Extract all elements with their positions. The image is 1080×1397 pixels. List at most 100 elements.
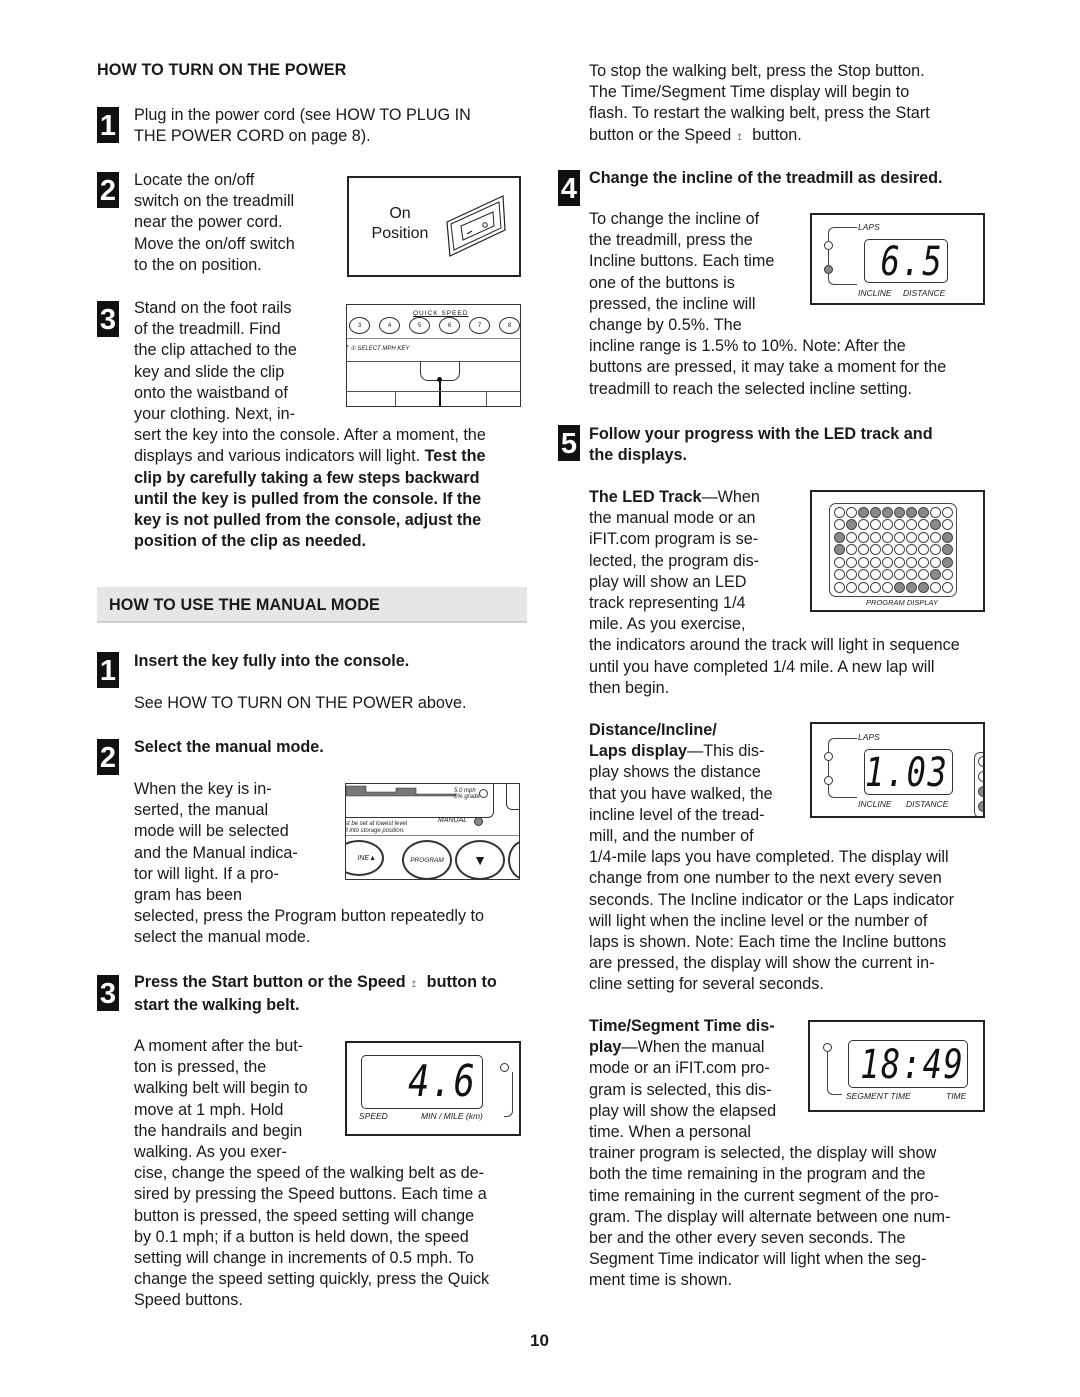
- quick-speed-button[interactable]: 6: [439, 317, 460, 334]
- manual-step-1-body: See HOW TO TURN ON THE POWER above.: [134, 694, 467, 712]
- quick-speed-buttons: 3 4 5 6 7 8: [349, 317, 520, 334]
- text-line: change from one number to the next every…: [589, 869, 942, 888]
- text-line: gram has been: [134, 886, 242, 905]
- led-dot: [857, 556, 869, 568]
- step-number-3: 3: [97, 301, 119, 337]
- speed-display-figure: 4.6 SPEED MIN / MILE (km): [345, 1041, 521, 1136]
- text-line: sired by pressing the Speed buttons. Eac…: [134, 1185, 487, 1204]
- text-line: select the manual mode.: [134, 928, 311, 947]
- time-label: TIME: [946, 1091, 967, 1101]
- led-dot: [977, 770, 983, 782]
- laps-indicator: [824, 752, 833, 761]
- text-line: button is pressed, the speed setting wil…: [134, 1206, 475, 1225]
- text-line: clip by carefully taking a few steps bac…: [134, 468, 480, 487]
- incline-indicator: [824, 265, 833, 274]
- text-line: change by 0.5%. The: [589, 316, 742, 335]
- text-line: until you have completed 1/4 mile. A new…: [589, 657, 935, 676]
- text-line: laps is shown. Note: Each time the Incli…: [589, 933, 947, 952]
- speed-up-icon: ↥: [735, 131, 744, 142]
- quick-speed-button[interactable]: 8: [499, 317, 520, 334]
- text-line: Speed buttons.: [134, 1291, 243, 1310]
- power-step-2-text: Locate the on/off switch on the treadmil…: [134, 170, 295, 276]
- led-row: [833, 556, 953, 569]
- distance-label: DISTANCE: [903, 288, 946, 298]
- switch-label: On Position: [371, 204, 429, 244]
- led-dot: [881, 544, 893, 556]
- time-display-figure: 18:49 SEGMENT TIME TIME: [808, 1020, 985, 1112]
- text-line: sert the key into the console. After a m…: [134, 426, 486, 445]
- text-line: by 0.1 mph; if a button is held down, th…: [134, 1227, 469, 1246]
- led-dot: [941, 519, 953, 531]
- incline-value: 6.5: [880, 239, 943, 285]
- led-dot: [893, 531, 905, 543]
- led-dot: [929, 582, 941, 594]
- manual-console-figure: 5.0 mph 0% grade st be set at lowest lev…: [345, 783, 520, 880]
- led-dot: [869, 519, 881, 531]
- side-panel: [506, 784, 519, 810]
- led-dot: [833, 506, 845, 518]
- led-dot: [845, 556, 857, 568]
- text-line: key is not pulled from the console, adju…: [134, 511, 482, 530]
- term: Laps display: [589, 742, 688, 761]
- partial-button[interactable]: [508, 840, 519, 879]
- indicator-bracket: [828, 738, 857, 798]
- step-number-5: 5: [558, 425, 580, 461]
- text-line: position of the clip as needed.: [134, 532, 367, 551]
- title-line: Follow your progress with the LED track …: [589, 425, 933, 443]
- text-line: cline setting for several seconds.: [589, 975, 824, 994]
- led-dot-lit: [917, 506, 929, 518]
- led-track-edge: [974, 752, 983, 816]
- led-dot: [845, 544, 857, 556]
- text-line: Locate the on/off: [134, 171, 255, 189]
- power-heading: HOW TO TURN ON THE POWER: [97, 61, 347, 79]
- distance-display-figure: LAPS 1.03 INCLINE DISTANCE: [810, 722, 985, 818]
- led-dot: [977, 755, 983, 767]
- speed-label: SPEED: [359, 1111, 388, 1121]
- text-line: The Time/Segment Time display will begin…: [589, 83, 910, 102]
- led-dot: [881, 556, 893, 568]
- warning-text: st be set at lowest level ll into storag…: [346, 821, 407, 835]
- text-line: 1/4-mile laps you have completed. The di…: [589, 848, 949, 867]
- led-dot: [905, 519, 917, 531]
- quick-speed-button[interactable]: 3: [349, 317, 370, 334]
- text-line: treadmill to reach the selected incline …: [589, 379, 913, 398]
- led-dot: [881, 531, 893, 543]
- led-dot: [893, 544, 905, 556]
- led-dot-lit: [941, 544, 953, 556]
- manual-heading-bar: HOW TO USE THE MANUAL MODE: [97, 587, 527, 623]
- quick-speed-button[interactable]: 4: [379, 317, 400, 334]
- quick-speed-button[interactable]: 7: [469, 317, 490, 334]
- text-line: time remaining in the current segment of…: [589, 1186, 939, 1205]
- quick-speed-button[interactable]: 5: [409, 317, 430, 334]
- program-button[interactable]: PROGRAM: [402, 840, 452, 879]
- led-dot: [905, 556, 917, 568]
- grade-label: 5.0 mph 0% grade: [454, 788, 480, 800]
- incline-up-button[interactable]: INE ▲: [346, 840, 384, 876]
- incline-down-button[interactable]: ▼: [455, 840, 505, 879]
- select-mph-key-label: T ① SELECT MPH KEY: [346, 346, 410, 352]
- indicator-light: [479, 789, 488, 798]
- text-line: trainer program is selected, the display…: [589, 1144, 937, 1163]
- led-row: [833, 506, 953, 519]
- led-dot-lit: [929, 569, 941, 581]
- text-line: Move the on/off switch: [134, 234, 295, 253]
- led-dot: [845, 569, 857, 581]
- led-track-grid: [829, 503, 957, 598]
- led-dot-lit: [857, 506, 869, 518]
- text-line: the indicators around the track will lig…: [589, 636, 960, 655]
- text-span: —When the manual: [621, 1038, 765, 1057]
- switch-label-line: On: [389, 205, 411, 222]
- led-dot-lit: [929, 519, 941, 531]
- text-line: then begin.: [589, 678, 670, 697]
- incline-label: INCLINE: [858, 799, 895, 809]
- text-line: seconds. The Incline indicator or the La…: [589, 890, 955, 909]
- led-dot-lit: [917, 582, 929, 594]
- led-dot: [833, 556, 845, 568]
- text-line: to the on position.: [134, 255, 262, 274]
- key-holder: [395, 391, 487, 406]
- segment-time-label: SEGMENT TIME: [846, 1091, 911, 1101]
- incline-label: INE: [357, 854, 370, 862]
- title-line: start the walking belt.: [134, 996, 300, 1015]
- text-line: button or the Speed ↥ button.: [589, 125, 802, 144]
- text-line: mill, and the number of: [589, 827, 754, 846]
